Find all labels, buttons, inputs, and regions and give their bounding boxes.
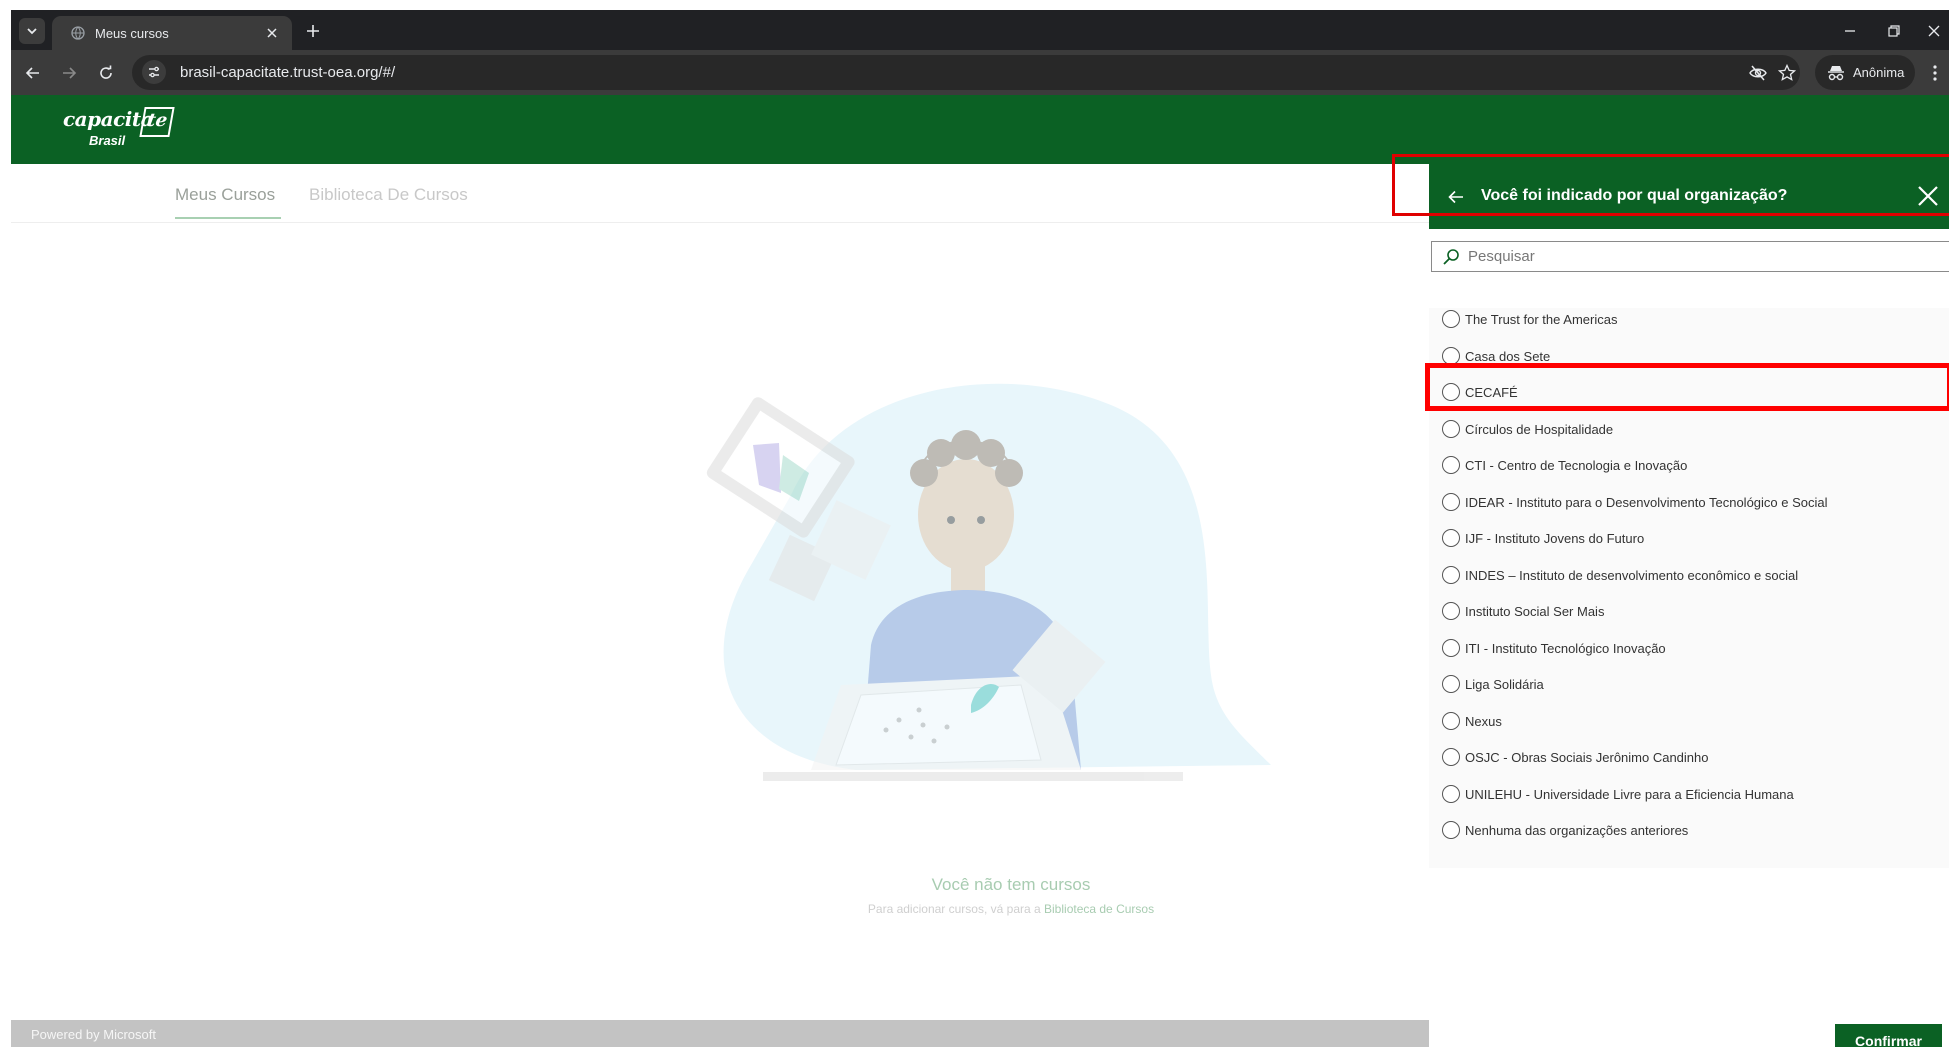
radio-button[interactable] (1442, 565, 1460, 584)
tab-title: Meus cursos (95, 26, 169, 41)
organization-option[interactable]: IDEAR - Instituto para o Desenvolvimento… (1429, 492, 1949, 529)
radio-button[interactable] (1442, 675, 1460, 693)
tab-biblioteca-de-cursos[interactable]: Biblioteca De Cursos (309, 185, 468, 205)
reload-button[interactable] (93, 60, 119, 86)
organization-option[interactable]: ITI - Instituto Tecnológico Inovação (1429, 638, 1949, 675)
organization-label: Nexus (1465, 713, 1502, 729)
organization-label: Casa dos Sete (1465, 348, 1551, 364)
organization-label: IDEAR - Instituto para o Desenvolvimento… (1465, 494, 1828, 510)
organization-option[interactable]: Instituto Social Ser Mais (1429, 602, 1949, 638)
search-input[interactable] (1468, 242, 1948, 271)
eye-off-icon (1749, 65, 1767, 81)
top-margin (0, 0, 1949, 10)
organization-label: Círculos de Hospitalidade (1465, 421, 1614, 437)
radio-button[interactable] (1442, 784, 1460, 803)
organization-option[interactable]: IJF - Instituto Jovens do Futuro (1429, 529, 1949, 565)
tab-strip: Meus cursos (11, 10, 1949, 50)
organization-label: ITI - Instituto Tecnológico Inovação (1465, 640, 1666, 656)
organization-option[interactable]: Nexus (1429, 711, 1949, 748)
incognito-indicator[interactable]: Anônima (1815, 55, 1915, 90)
radio-button[interactable] (1442, 492, 1460, 511)
star-icon (1778, 64, 1796, 81)
bookmark-button[interactable] (1776, 62, 1798, 84)
screenshot: Meus cursos brasil-capacitate.trust-oea.… (0, 0, 1949, 1047)
organization-option[interactable]: CTI - Centro de Tecnologia e Inovação (1429, 456, 1949, 492)
biblioteca-link[interactable]: Biblioteca de Cursos (1044, 902, 1154, 916)
highlight-cecafe-option (1425, 363, 1949, 411)
empty-state-title: Você não tem cursos (931, 875, 1091, 894)
organization-option[interactable]: Liga Solidária (1429, 675, 1949, 711)
plus-icon (307, 25, 319, 37)
organization-label: Liga Solidária (1465, 677, 1544, 692)
footer-text: Powered by Microsoft (31, 1027, 156, 1042)
browser-tab[interactable]: Meus cursos (52, 16, 292, 50)
organization-option[interactable]: INDES – Instituto de desenvolvimento eco… (1429, 565, 1949, 602)
browser-menu-button[interactable] (1925, 60, 1945, 86)
radio-button[interactable] (1442, 529, 1460, 547)
organization-option[interactable]: The Trust for the Americas (1429, 310, 1949, 346)
logo-text: capacita (63, 107, 154, 131)
active-tab-underline (175, 217, 281, 219)
empty-state-subtitle: Para adicionar cursos, vá para a Bibliot… (711, 902, 1311, 916)
organization-option[interactable]: OSJC - Obras Sociais Jerônimo Candinho (1429, 748, 1949, 784)
logo-mark: te (139, 107, 175, 137)
radio-button[interactable] (1442, 346, 1460, 365)
organization-panel: Você foi indicado por qual organização? … (1429, 164, 1949, 1047)
organization-label: CTI - Centro de Tecnologia e Inovação (1465, 458, 1688, 473)
minimize-button[interactable] (1837, 18, 1863, 44)
kebab-menu-icon (1933, 65, 1937, 81)
close-window-button[interactable] (1921, 18, 1947, 44)
radio-button[interactable] (1442, 711, 1460, 730)
search-box[interactable] (1431, 241, 1949, 272)
tracking-protection-button[interactable] (1747, 62, 1769, 84)
empty-state-text: Para adicionar cursos, vá para a (867, 902, 1041, 916)
organization-label: OSJC - Obras Sociais Jerônimo Candinho (1465, 750, 1709, 765)
close-icon (1928, 25, 1940, 37)
globe-icon (71, 26, 85, 40)
tab-list-icon (27, 28, 37, 35)
organization-option[interactable]: Nenhuma das organizações anteriores (1429, 821, 1949, 857)
radio-button[interactable] (1442, 419, 1460, 438)
address-bar[interactable]: brasil-capacitate.trust-oea.org/#/ (132, 55, 1800, 90)
restore-icon (1888, 25, 1900, 37)
capacitate-logo[interactable]: capacita te Brasil (63, 103, 175, 153)
tab-list-button[interactable] (19, 18, 45, 44)
url-text[interactable]: brasil-capacitate.trust-oea.org/#/ (180, 64, 395, 81)
organization-label: Instituto Social Ser Mais (1465, 604, 1605, 619)
organization-label: UNILEHU - Universidade Livre para a Efic… (1465, 786, 1794, 802)
radio-button[interactable] (1442, 821, 1460, 839)
radio-button[interactable] (1442, 748, 1460, 766)
organization-label: Nenhuma das organizações anteriores (1465, 823, 1689, 838)
logo-subtitle: Brasil (89, 133, 126, 148)
organization-label: IJF - Instituto Jovens do Futuro (1465, 531, 1645, 546)
radio-button[interactable] (1442, 638, 1460, 657)
new-tab-button[interactable] (301, 19, 325, 43)
search-icon (1443, 249, 1459, 265)
radio-button[interactable] (1442, 310, 1460, 328)
forward-arrow-icon (63, 67, 77, 79)
radio-button[interactable] (1442, 456, 1460, 474)
radio-button[interactable] (1442, 602, 1460, 620)
close-icon (267, 28, 277, 38)
tab-close-button[interactable] (262, 23, 282, 43)
back-button[interactable] (20, 60, 46, 86)
confirm-button[interactable]: Confirmar (1835, 1024, 1942, 1047)
incognito-label: Anônima (1853, 65, 1905, 80)
back-arrow-icon (25, 67, 39, 79)
empty-courses-illustration (706, 383, 1271, 781)
organization-label: The Trust for the Americas (1465, 312, 1618, 327)
restore-button[interactable] (1881, 18, 1907, 44)
reload-icon (100, 65, 112, 79)
organization-option[interactable]: Círculos de Hospitalidade (1429, 419, 1949, 456)
forward-button[interactable] (56, 60, 82, 86)
organization-label: INDES – Instituto de desenvolvimento eco… (1465, 567, 1799, 583)
tab-meus-cursos[interactable]: Meus Cursos (175, 185, 275, 205)
highlight-panel-header (1392, 154, 1949, 216)
organization-option[interactable]: UNILEHU - Universidade Livre para a Efic… (1429, 784, 1949, 821)
browser-toolbar: brasil-capacitate.trust-oea.org/#/ Anôni… (11, 50, 1949, 95)
incognito-icon (1828, 66, 1844, 81)
minimize-icon (1845, 30, 1855, 32)
site-info-button[interactable] (142, 60, 166, 84)
site-settings-icon (149, 66, 159, 78)
